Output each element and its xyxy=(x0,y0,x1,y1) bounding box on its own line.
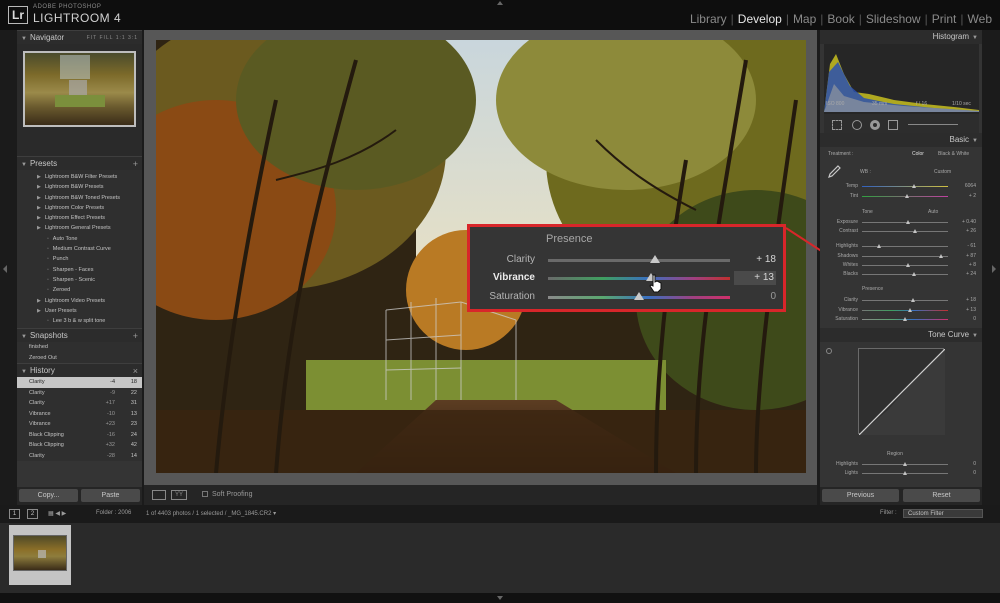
slider-knob[interactable] xyxy=(906,220,911,224)
slider-knob[interactable] xyxy=(910,298,915,302)
slider-knob[interactable] xyxy=(904,194,909,198)
slider-value[interactable]: + 2 xyxy=(952,193,976,199)
exif-aperture: f / 16 xyxy=(916,101,928,107)
secondary-screen-button[interactable]: 2 xyxy=(27,509,38,519)
filter-select[interactable]: Custom Filter xyxy=(903,509,983,518)
wb-eyedropper-icon[interactable] xyxy=(826,164,842,180)
treatment-color[interactable]: Color xyxy=(912,151,924,157)
loupe-view-icon[interactable] xyxy=(152,490,166,500)
presence-section-label: Presence xyxy=(862,286,884,292)
checkbox-icon[interactable] xyxy=(202,491,208,498)
tone-curve-header[interactable]: Tone Curve ▼ xyxy=(820,328,982,342)
slider-label: Tint xyxy=(849,193,858,199)
slider-track[interactable] xyxy=(862,265,948,266)
folder-breadcrumb[interactable]: Folder : 2006 xyxy=(96,510,131,516)
tone-curve-graph[interactable] xyxy=(858,348,946,436)
slider-label: Vibrance xyxy=(838,307,858,313)
slider-label: Highlights xyxy=(836,461,858,467)
exif-focal: 35 mm xyxy=(872,101,888,107)
reset-button[interactable]: Reset xyxy=(903,489,980,502)
slider-knob[interactable] xyxy=(877,244,882,248)
filmstrip-toggle-icon[interactable] xyxy=(497,596,503,600)
slider-track[interactable] xyxy=(862,300,948,301)
slider-value[interactable]: + 18 xyxy=(952,297,976,303)
targeted-adjustment-icon[interactable] xyxy=(826,348,832,354)
slider-track[interactable] xyxy=(862,256,948,257)
filter-label: Filter : xyxy=(880,510,897,516)
slider-track[interactable] xyxy=(862,231,948,232)
filmstrip-thumbnail-selected[interactable] xyxy=(9,525,71,585)
slider-track[interactable] xyxy=(862,310,948,311)
slider-track[interactable] xyxy=(862,222,948,223)
grid-view-icon[interactable]: ▦ ◀ ▶ xyxy=(48,510,66,517)
soft-proofing-toggle[interactable]: Soft Proofing xyxy=(202,489,252,501)
slider-value[interactable]: + 87 xyxy=(952,253,976,259)
slider-value[interactable]: + 26 xyxy=(952,228,976,234)
slider-label: Blacks xyxy=(843,271,858,277)
slider-label: Highlights xyxy=(836,243,858,249)
slider-value[interactable]: 0 xyxy=(952,461,976,467)
wb-label: WB : xyxy=(860,169,871,175)
slider-value[interactable]: + 24 xyxy=(952,271,976,277)
filmstrip xyxy=(0,523,1000,593)
spot-removal-icon[interactable] xyxy=(852,120,862,130)
slider-knob[interactable] xyxy=(913,229,918,233)
slider-value[interactable]: 0 xyxy=(952,316,976,322)
adjustment-brush-slider[interactable] xyxy=(908,124,958,125)
slider-label: Lights xyxy=(844,470,858,476)
slider-value[interactable]: + 0.40 xyxy=(952,219,976,225)
slider-value[interactable]: + 13 xyxy=(952,307,976,313)
slider-knob[interactable] xyxy=(908,308,913,312)
slider-knob[interactable] xyxy=(911,272,916,276)
slider-label: Exposure xyxy=(836,219,858,225)
develop-toolbar: YY Soft Proofing xyxy=(144,485,817,505)
treatment-label: Treatment : xyxy=(828,151,854,157)
slider-knob[interactable] xyxy=(903,462,907,466)
slider-label: Contrast xyxy=(839,228,858,234)
slider-value[interactable]: - 61 xyxy=(952,243,976,249)
crop-tool-icon[interactable] xyxy=(832,120,842,130)
slider-label: Clarity xyxy=(843,297,858,303)
slider-knob[interactable] xyxy=(906,263,911,267)
bottom-edge xyxy=(0,593,1000,603)
slider-track[interactable] xyxy=(862,246,948,247)
slider-track[interactable] xyxy=(862,274,948,275)
right-panel: Histogram ▼ ISO 800 35 mm f / 16 1/10 sec… xyxy=(820,30,982,505)
tone-label: Tone xyxy=(862,209,873,215)
slider-value[interactable]: 0 xyxy=(952,470,976,476)
photo-count-info[interactable]: 1 of 4403 photos / 1 selected / _MG_1845… xyxy=(146,510,276,517)
filmstrip-bar: 1 2 ▦ ◀ ▶ Folder : 2006 1 of 4403 photos… xyxy=(0,505,1000,523)
before-after-icon[interactable]: YY xyxy=(171,490,187,500)
treatment-bw[interactable]: Black & White xyxy=(938,151,969,157)
slider-knob[interactable] xyxy=(903,471,907,475)
previous-button[interactable]: Previous xyxy=(822,489,899,502)
slider-label: Shadows xyxy=(837,253,858,259)
slider-knob[interactable] xyxy=(911,184,916,188)
slider-label: Temp xyxy=(845,183,858,189)
red-eye-icon[interactable] xyxy=(870,120,880,130)
tone-auto[interactable]: Auto xyxy=(928,209,938,215)
wb-value[interactable]: Custom xyxy=(934,169,951,175)
slider-track[interactable] xyxy=(862,186,948,187)
exif-iso: ISO 800 xyxy=(826,101,845,107)
graduated-filter-icon[interactable] xyxy=(888,120,898,130)
slider-knob[interactable] xyxy=(939,254,944,258)
basic-header[interactable]: Basic ▼ xyxy=(820,133,982,147)
slider-value[interactable]: + 8 xyxy=(952,262,976,268)
film-thumb-image[interactable] xyxy=(13,535,67,571)
right-panel-buttons: Previous Reset xyxy=(820,487,982,505)
slider-knob[interactable] xyxy=(903,317,907,321)
histogram-header[interactable]: Histogram ▼ xyxy=(820,30,982,44)
region-label: Region xyxy=(887,451,903,457)
slider-label: Saturation xyxy=(835,316,858,322)
exif-shutter: 1/10 sec xyxy=(952,101,971,107)
primary-screen-button[interactable]: 1 xyxy=(9,509,20,519)
slider-label: Whites xyxy=(842,262,858,268)
slider-value[interactable]: 6064 xyxy=(952,183,976,189)
